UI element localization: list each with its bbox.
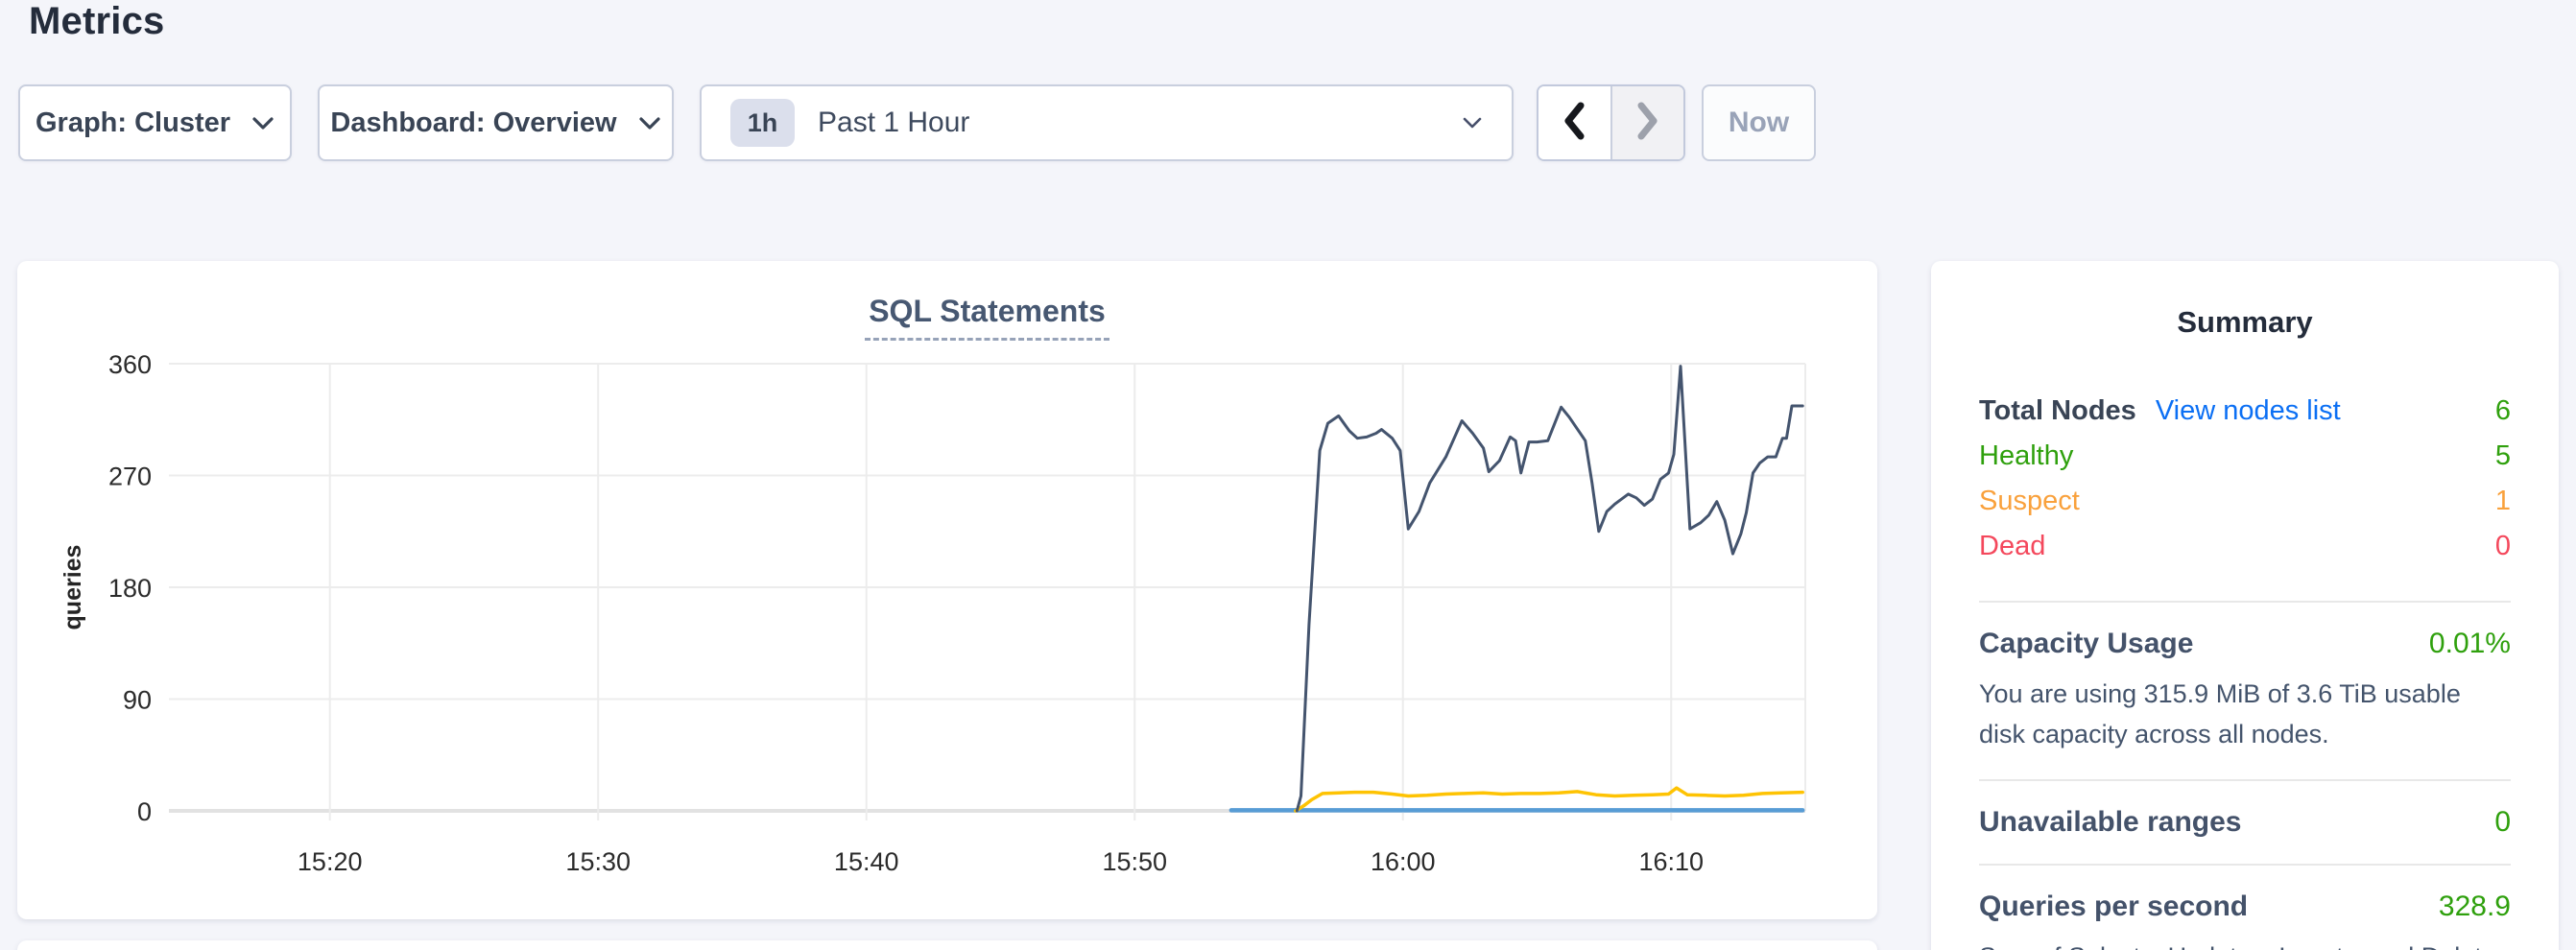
dashboard-dropdown[interactable]: Dashboard: Overview	[318, 84, 674, 161]
summary-metric-section: Queries per second 328.9 Sum of Selects, U…	[1979, 891, 2511, 950]
svg-text:16:00: 16:00	[1371, 847, 1436, 876]
view-nodes-list-link[interactable]: View nodes list	[2156, 395, 2341, 427]
summary-metric-desc: You are using 315.9 MiB of 3.6 TiB usabl…	[1979, 674, 2511, 754]
svg-text:15:20: 15:20	[298, 847, 363, 876]
node-status-row: Total Nodes View nodes list 6	[1979, 395, 2511, 440]
node-status-row: Suspect 1	[1979, 486, 2511, 531]
divider	[1979, 601, 2511, 603]
chart-grid	[169, 364, 1805, 820]
graph-dropdown[interactable]: Graph: Cluster	[18, 84, 292, 161]
summary-title: Summary	[1979, 305, 2511, 340]
navy-line	[1297, 367, 1802, 811]
node-status-row: Dead 0	[1979, 531, 2511, 576]
svg-text:360: 360	[108, 350, 152, 379]
svg-text:180: 180	[108, 574, 152, 603]
summary-sections: Capacity Usage 0.01% You are using 315.9 M…	[1979, 601, 2511, 950]
summary-panel: Summary Total Nodes View nodes list 6 Healt…	[1931, 261, 2559, 950]
now-button[interactable]: Now	[1702, 84, 1816, 161]
summary-metric-desc: Sum of Selects, Updates, Inserts, and De…	[1979, 937, 2511, 950]
sql-statements-chart[interactable]: 0 90 180 270 360 15:20 15:30 15:40 15:50 16:00 16:…	[17, 261, 1877, 919]
node-status-row: Healthy 5	[1979, 440, 2511, 486]
chevron-down-icon	[1462, 116, 1483, 130]
y-axis-label: queries	[60, 545, 86, 630]
node-status-value: 1	[2495, 486, 2511, 517]
time-window-selector[interactable]: 1h Past 1 Hour	[700, 84, 1514, 161]
summary-metric-label: Queries per second	[1979, 891, 2248, 923]
svg-text:15:50: 15:50	[1102, 847, 1167, 876]
svg-text:270: 270	[108, 463, 152, 491]
chevron-down-icon	[251, 116, 274, 131]
chevron-right-icon	[1635, 102, 1660, 145]
node-status-value: 6	[2495, 395, 2511, 427]
chart-title-wrap: SQL Statements	[169, 294, 1805, 341]
chart-title[interactable]: SQL Statements	[865, 294, 1109, 341]
node-status-label: Dead	[1979, 531, 2045, 562]
summary-metric-value: 328.9	[2439, 891, 2511, 923]
summary-metric-section: Capacity Usage 0.01% You are using 315.9 M…	[1979, 628, 2511, 754]
time-window-badge: 1h	[730, 99, 795, 147]
chevron-down-icon	[638, 116, 661, 131]
summary-metric-section: Unavailable ranges 0	[1979, 806, 2511, 839]
node-status-value: 0	[2495, 531, 2511, 562]
divider	[1979, 779, 2511, 781]
svg-text:0: 0	[137, 797, 152, 826]
time-window-label: Past 1 Hour	[818, 107, 969, 139]
svg-text:16:10: 16:10	[1638, 847, 1704, 876]
node-status-label: Suspect	[1979, 486, 2080, 517]
next-timespan-button[interactable]	[1612, 86, 1684, 159]
page-title: Metrics	[29, 0, 164, 43]
dashboard-dropdown-label: Dashboard: Overview	[330, 107, 616, 139]
summary-metric-label: Unavailable ranges	[1979, 806, 2241, 839]
chart-series	[1231, 367, 1802, 811]
now-button-label: Now	[1729, 107, 1789, 139]
node-status-value: 5	[2495, 440, 2511, 472]
summary-metric-value: 0.01%	[2429, 628, 2511, 660]
graph-dropdown-label: Graph: Cluster	[36, 107, 230, 139]
divider	[1979, 864, 2511, 866]
summary-metric-value: 0	[2494, 806, 2511, 839]
svg-text:15:30: 15:30	[565, 847, 631, 876]
previous-timespan-button[interactable]	[1538, 86, 1612, 159]
node-status-label: Healthy	[1979, 440, 2073, 472]
sql-statements-chart-card: SQL Statements 0 90 180 270 360 15:20 15:30 15:…	[17, 261, 1877, 919]
node-status-label: Total Nodes	[1979, 395, 2136, 427]
summary-metric-label: Capacity Usage	[1979, 628, 2193, 660]
svg-text:90: 90	[123, 686, 152, 715]
chevron-left-icon	[1562, 102, 1586, 145]
time-step-buttons	[1537, 84, 1685, 161]
yellow-line	[1296, 788, 1802, 811]
metrics-page: { "page": { "title": "Metrics" }, "contr…	[0, 0, 2576, 950]
svg-text:15:40: 15:40	[834, 847, 899, 876]
next-chart-card-sliver	[17, 940, 1877, 950]
node-status-rows: Total Nodes View nodes list 6 Healthy 5 Suspe…	[1979, 395, 2511, 576]
